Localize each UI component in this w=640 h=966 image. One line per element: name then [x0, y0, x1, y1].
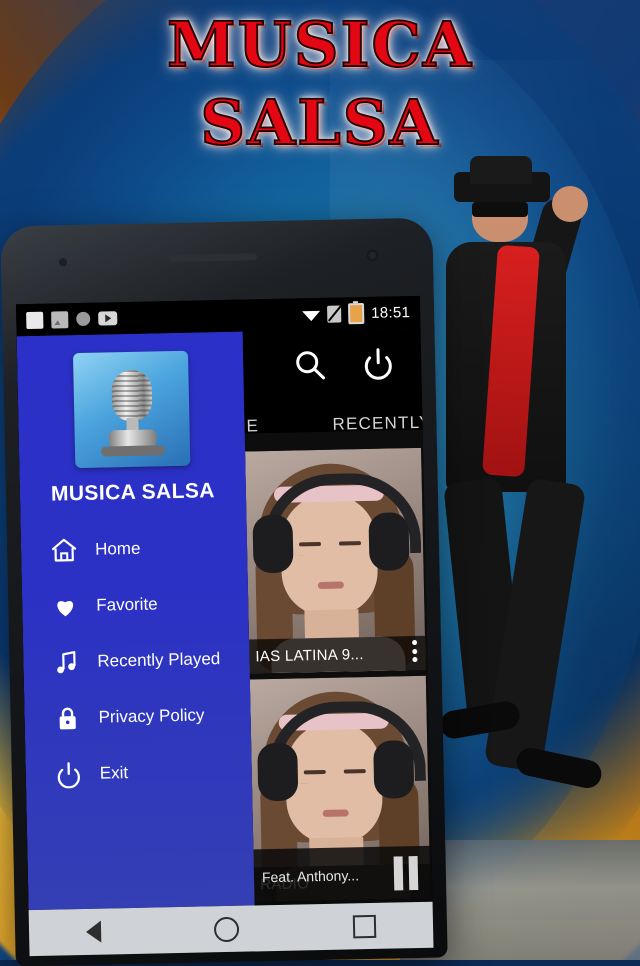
drawer-menu: Home Favorite [21, 519, 253, 804]
sidebar-item-label: Home [95, 539, 141, 560]
sidebar-item-label: Privacy Policy [98, 705, 204, 727]
pause-icon[interactable] [394, 856, 421, 891]
microphone-foot [100, 445, 164, 456]
youtube-icon [98, 311, 117, 325]
promo-title: MUSICA SALSA [0, 14, 640, 154]
sidebar-item-privacy-policy[interactable]: Privacy Policy [24, 686, 251, 747]
thumb-mouth [318, 581, 344, 589]
drawer-app-name: MUSICA SALSA [20, 479, 246, 508]
status-bar-notifications [26, 310, 117, 329]
headphone-cup-left [257, 743, 298, 802]
headphone-cup-left [252, 515, 293, 574]
thumb-mouth [323, 809, 349, 817]
list-item[interactable]: IAS LATINA 9... [245, 448, 426, 674]
sidebar-item-label: Recently Played [97, 649, 220, 672]
phone-earpiece [169, 253, 257, 262]
kebab-menu-icon[interactable] [412, 640, 417, 662]
app-logo [72, 351, 189, 468]
promo-title-line2: SALSA [0, 92, 640, 154]
power-icon[interactable] [357, 342, 400, 385]
home-circle-icon[interactable] [214, 916, 240, 942]
wifi-icon [302, 307, 320, 321]
status-bar-clock: 18:51 [371, 304, 410, 322]
station-list: IAS LATINA 9... [245, 448, 432, 908]
app-content: E RECENTLY PL [17, 328, 433, 910]
headphone-cup-right [373, 740, 414, 799]
power-icon [51, 757, 86, 792]
sidebar-item-label: Favorite [96, 594, 158, 615]
tab-recently-played[interactable]: RECENTLY PL [318, 412, 432, 435]
lock-icon [50, 701, 85, 736]
back-triangle-icon[interactable] [86, 921, 101, 943]
player-track-title: Feat. Anthony... [262, 867, 359, 885]
phone-front-camera [367, 250, 378, 261]
status-bar-system: 18:51 [302, 302, 410, 325]
recents-square-icon[interactable] [353, 914, 376, 937]
dancer-sunglasses [472, 202, 528, 217]
phone-sensor [59, 258, 67, 266]
promo-title-line1: MUSICA [0, 14, 640, 76]
player-bar[interactable]: Feat. Anthony... [253, 846, 432, 906]
sidebar-item-recently-played[interactable]: Recently Played [23, 630, 250, 691]
navigation-drawer: MUSICA SALSA Home [17, 332, 255, 911]
dancer-shoe-right [514, 745, 604, 790]
phone-screen: 18:51 E [16, 296, 433, 910]
phone-mockup: 18:51 E [0, 218, 447, 966]
search-icon[interactable] [289, 344, 332, 387]
sidebar-item-label: Exit [100, 763, 129, 784]
app-white-icon [26, 311, 43, 328]
sim-off-icon [327, 305, 341, 322]
headphone-cup-right [368, 512, 409, 571]
heart-icon [48, 589, 83, 624]
circle-icon [76, 312, 90, 326]
microphone-grill [111, 369, 152, 422]
android-navigation-bar [29, 902, 434, 956]
station-title: IAS LATINA 9... [249, 636, 426, 674]
music-note-icon [49, 645, 84, 680]
photos-icon [51, 311, 68, 328]
home-icon [47, 533, 82, 568]
sidebar-item-favorite[interactable]: Favorite [22, 575, 249, 636]
dancer-hand [552, 186, 588, 222]
dancer-illustration [420, 150, 630, 870]
sidebar-item-exit[interactable]: Exit [25, 742, 252, 803]
sidebar-item-home[interactable]: Home [21, 519, 248, 580]
battery-charging-icon [348, 303, 364, 324]
dancer-hat-crown [470, 156, 532, 184]
